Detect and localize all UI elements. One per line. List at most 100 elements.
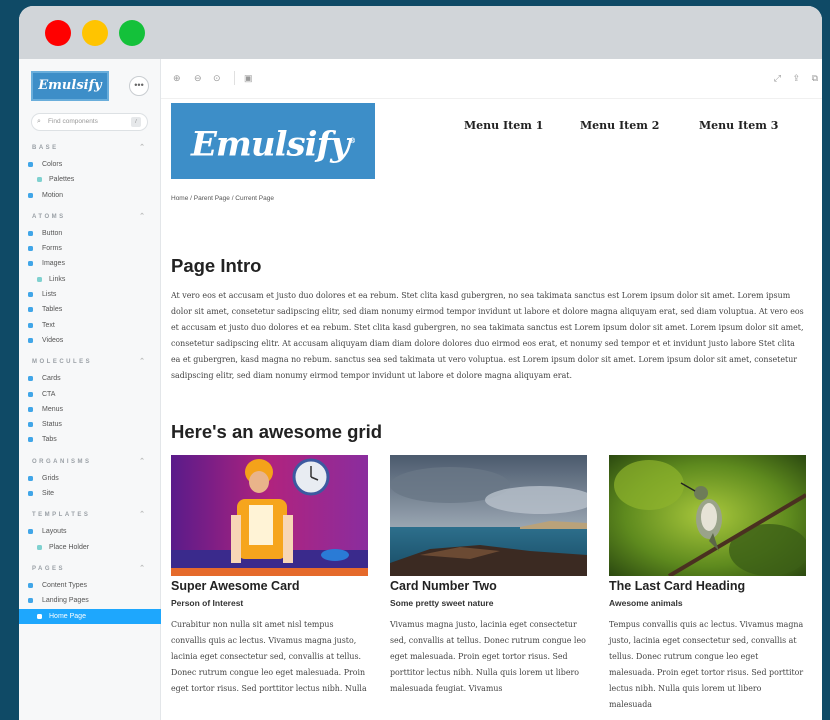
menu-item-3[interactable]: Menu Item 3	[699, 119, 778, 132]
card-2[interactable]: Card Number Two Some pretty sweet nature…	[390, 455, 587, 697]
sidebar-item-layouts[interactable]: Layouts	[19, 524, 161, 539]
sidebar-section-base[interactable]: BASE ⌃	[19, 139, 161, 157]
sidebar-section-pages[interactable]: PAGES ⌃	[19, 560, 161, 578]
component-icon	[28, 475, 33, 481]
site-logo[interactable]: Emulsify®	[171, 103, 375, 179]
sidebar-item-menus[interactable]: Menus	[19, 402, 161, 417]
toolbar-divider	[234, 71, 235, 85]
component-icon	[28, 406, 33, 412]
sidebar-item-cards[interactable]: Cards	[19, 371, 161, 386]
sidebar-item-label: CTA	[42, 390, 56, 398]
component-icon	[28, 322, 33, 328]
minimize-window-button[interactable]	[82, 20, 108, 46]
breadcrumb[interactable]: Home / Parent Page / Current Page	[171, 195, 274, 202]
story-icon	[37, 544, 42, 550]
sidebar-item-content-types[interactable]: Content Types	[19, 578, 161, 593]
sidebar-item-motion[interactable]: Motion	[19, 188, 161, 203]
sidebar-item-label: Forms	[42, 245, 62, 253]
card-subtitle: Some pretty sweet nature	[390, 598, 494, 608]
collapse-icon[interactable]: ⌃	[139, 208, 145, 226]
sidebar-section-templates[interactable]: TEMPLATES ⌃	[19, 506, 161, 524]
sidebar-item-links[interactable]: Links	[19, 272, 161, 287]
card-title[interactable]: Card Number Two	[390, 579, 587, 597]
sidebar-item-label: Site	[42, 490, 55, 498]
component-icon	[28, 307, 33, 313]
story-icon	[37, 276, 42, 282]
card-3[interactable]: The Last Card Heading Awesome animals Te…	[609, 455, 806, 714]
sidebar-menu-button[interactable]: •••	[129, 76, 149, 96]
sidebar-logo[interactable]: Emulsify	[31, 71, 109, 101]
card-subtitle: Awesome animals	[609, 598, 683, 608]
sidebar-item-label: Home Page	[49, 612, 86, 620]
card-1[interactable]: Super Awesome Card Person of Interest Cu…	[171, 455, 368, 697]
search-input[interactable]: ⌕ Find components /	[31, 113, 148, 131]
sidebar-item-button[interactable]: Button	[19, 226, 161, 241]
sidebar-item-label: Videos	[42, 336, 64, 344]
sidebar-item-label: Button	[42, 229, 63, 237]
share-icon[interactable]: ⇪	[792, 73, 800, 84]
maximize-window-button[interactable]	[119, 20, 145, 46]
search-placeholder: Find components	[48, 118, 98, 125]
component-icon	[28, 337, 33, 343]
page-intro-text: At vero eos et accusam et justo duo dolo…	[171, 291, 804, 381]
grid-heading: Here's an awesome grid	[171, 421, 383, 442]
sidebar-item-text[interactable]: Text	[19, 318, 161, 333]
sidebar-nav: BASE ⌃ Colors Palettes Motion ATOMS ⌃ Button For…	[19, 139, 161, 624]
component-icon	[28, 246, 33, 252]
sidebar-item-palettes[interactable]: Palettes	[19, 172, 161, 187]
sidebar-item-lists[interactable]: Lists	[19, 287, 161, 302]
component-icon	[28, 598, 33, 604]
fullscreen-icon[interactable]: ⤢	[774, 73, 781, 84]
zoom-out-icon[interactable]: ⊖	[194, 73, 202, 84]
component-icon	[28, 292, 33, 298]
card-body: Tempus convallis quis ac lectus. Vivamus…	[609, 620, 804, 710]
component-icon	[28, 529, 33, 535]
sidebar-item-label: Lists	[42, 291, 57, 299]
card-title[interactable]: Super Awesome Card	[171, 579, 368, 597]
sidebar-item-site[interactable]: Site	[19, 486, 161, 501]
component-icon	[28, 162, 33, 167]
menu-item-1[interactable]: Menu Item 1	[464, 119, 543, 132]
sidebar-section-molecules[interactable]: MOLECULES ⌃	[19, 353, 161, 371]
component-icon	[28, 261, 33, 267]
sidebar-item-label: Place Holder	[49, 543, 90, 551]
search-shortcut: /	[131, 117, 141, 127]
zoom-in-icon[interactable]: ⊕	[173, 73, 181, 84]
sidebar-section-organisms[interactable]: ORGANISMS ⌃	[19, 453, 161, 471]
collapse-icon[interactable]: ⌃	[139, 453, 145, 471]
card-subtitle: Person of Interest	[171, 598, 244, 608]
story-icon	[37, 177, 42, 183]
sidebar-item-label: Layouts	[42, 528, 67, 536]
collapse-icon[interactable]: ⌃	[139, 506, 145, 524]
collapse-icon[interactable]: ⌃	[139, 139, 145, 157]
sidebar-item-label: Content Types	[42, 581, 88, 589]
sidebar-item-tables[interactable]: Tables	[19, 302, 161, 317]
sidebar-item-grids[interactable]: Grids	[19, 471, 161, 486]
zoom-reset-icon[interactable]: ⊙	[213, 73, 221, 84]
collapse-icon[interactable]: ⌃	[139, 560, 145, 578]
sidebar-item-landing-pages[interactable]: Landing Pages	[19, 593, 161, 608]
menu-item-2[interactable]: Menu Item 2	[580, 119, 659, 132]
card-title[interactable]: The Last Card Heading	[609, 579, 806, 597]
collapse-icon[interactable]: ⌃	[139, 353, 145, 371]
component-icon	[28, 582, 33, 588]
background-icon[interactable]: ▣	[244, 73, 253, 84]
sidebar-item-cta[interactable]: CTA	[19, 387, 161, 402]
sidebar-item-place-holder[interactable]: Place Holder	[19, 540, 161, 555]
site-logo-text: Emulsify	[191, 124, 350, 165]
open-new-icon[interactable]: ⧉	[812, 73, 818, 84]
sidebar-item-label: Links	[49, 275, 66, 283]
sidebar-section-title: PAGES	[32, 565, 66, 572]
sidebar-item-tabs[interactable]: Tabs	[19, 432, 161, 447]
preview-toolbar: ⊕ ⊖ ⊙ ▣ ⤢ ⇪ ⧉	[161, 59, 822, 99]
sidebar-item-forms[interactable]: Forms	[19, 241, 161, 256]
card-image-coast	[390, 455, 587, 576]
close-window-button[interactable]	[45, 20, 71, 46]
sidebar-item-colors[interactable]: Colors	[19, 157, 161, 172]
sidebar-item-images[interactable]: Images	[19, 256, 161, 271]
sidebar-item-status[interactable]: Status	[19, 417, 161, 432]
app-window: Emulsify ••• ⌕ Find components / BASE ⌃ Co…	[19, 6, 822, 720]
sidebar-item-videos[interactable]: Videos	[19, 333, 161, 348]
sidebar-item-home-page[interactable]: Home Page	[19, 608, 161, 624]
sidebar-section-atoms[interactable]: ATOMS ⌃	[19, 208, 161, 226]
